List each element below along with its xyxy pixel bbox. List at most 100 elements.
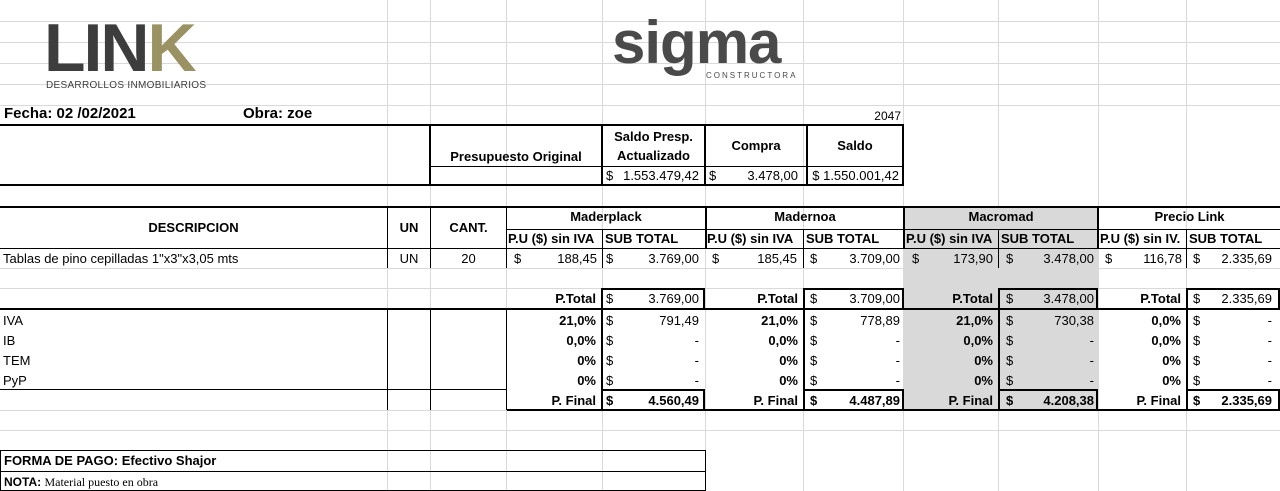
presupuesto-original-label: Presupuesto Original bbox=[450, 149, 582, 164]
macromad-iva-pct: 21,0% bbox=[956, 313, 993, 328]
precio-link-iva-pct: 0,0% bbox=[1151, 313, 1181, 328]
saldo-presp-label-1: Saldo Presp. bbox=[614, 129, 693, 144]
macromad-pu: 173,90 bbox=[953, 251, 993, 266]
ib-label: IB bbox=[3, 333, 16, 348]
macromad-pfinal-value: 4.208,38 bbox=[1043, 393, 1094, 408]
forma-pago-label: FORMA DE PAGO: Efectivo Shajor bbox=[4, 453, 217, 468]
pyp-label: PyP bbox=[3, 373, 27, 388]
saldo-presp-label-2: Actualizado bbox=[617, 148, 690, 163]
madernoa-subtotal: 3.709,00 bbox=[849, 251, 900, 266]
item-unit: UN bbox=[399, 251, 419, 266]
madernoa-tem-value: - bbox=[895, 353, 900, 368]
precio-link-ptotal-value: 2.335,69 bbox=[1221, 291, 1272, 306]
precio-link-pu: 116,78 bbox=[1143, 251, 1182, 266]
precio-link-pfinal-value: 2.335,69 bbox=[1221, 393, 1272, 408]
maderplack-ib-pct: 0,0% bbox=[566, 333, 596, 348]
madernoa-pfinal-value: 4.487,89 bbox=[849, 393, 900, 408]
saldo-value: $ 1.550.001,42 bbox=[812, 168, 899, 183]
maderplack-tem-pct: 0% bbox=[577, 353, 596, 368]
maderplack-iva-value: 791,49 bbox=[659, 313, 699, 328]
supplier-name-macromad: Macromad bbox=[968, 209, 1034, 224]
iva-label: IVA bbox=[3, 313, 23, 328]
maderplack-pfinal-value: 4.560,49 bbox=[648, 393, 699, 408]
maderplack-tem-value: - bbox=[694, 353, 699, 368]
link-logo: LINK bbox=[44, 10, 197, 86]
currency-symbol: $ bbox=[606, 333, 614, 348]
tem-label: TEM bbox=[3, 353, 31, 368]
precio-link-pyp-pct: 0% bbox=[1162, 373, 1181, 388]
sigma-logo-subtitle: CONSTRUCTORA bbox=[706, 71, 798, 80]
maderplack-iva-pct: 21,0% bbox=[559, 313, 596, 328]
pu-header: P.U ($) sin IV. bbox=[1100, 231, 1181, 246]
madernoa-ptotal-label: P.Total bbox=[757, 291, 798, 306]
currency-symbol: $ bbox=[709, 168, 717, 183]
currency-symbol: $ bbox=[810, 313, 818, 328]
madernoa-pu: 185,45 bbox=[757, 251, 797, 266]
subtotal-header: SUB TOTAL bbox=[1001, 231, 1075, 246]
currency-symbol: $ bbox=[810, 333, 818, 348]
precio-link-ib-pct: 0,0% bbox=[1151, 333, 1181, 348]
pu-header: P.U ($) sin IVA bbox=[707, 231, 794, 246]
macromad-pyp-value: - bbox=[1089, 373, 1094, 388]
nota-label: NOTA: bbox=[4, 475, 42, 489]
macromad-pyp-pct: 0% bbox=[974, 373, 993, 388]
macromad-ptotal-label: P.Total bbox=[952, 291, 993, 306]
precio-link-iva-value: - bbox=[1267, 313, 1272, 328]
currency-symbol: $ bbox=[606, 168, 614, 183]
currency-symbol: $ bbox=[1006, 393, 1014, 408]
un-header: UN bbox=[399, 220, 419, 235]
currency-symbol: $ bbox=[1006, 291, 1014, 306]
pu-header: P.U ($) sin IVA bbox=[508, 231, 595, 246]
currency-symbol: $ bbox=[606, 373, 614, 388]
subtotal-header: SUB TOTAL bbox=[605, 231, 679, 246]
budget-top-border bbox=[0, 124, 904, 126]
madernoa-iva-value: 778,89 bbox=[860, 313, 900, 328]
saldo-presp-value: 1.553.479,42 bbox=[623, 168, 699, 183]
maderplack-subtotal: 3.769,00 bbox=[648, 251, 699, 266]
supplier-name-madernoa: Madernoa bbox=[774, 209, 836, 224]
currency-symbol: $ bbox=[810, 393, 818, 408]
budget-bottom-border bbox=[0, 184, 904, 186]
saldo-label: Saldo bbox=[837, 138, 873, 153]
pu-header: P.U ($) sin IVA bbox=[906, 231, 993, 246]
currency-symbol: $ bbox=[810, 291, 818, 306]
subtotal-header: SUB TOTAL bbox=[1189, 231, 1263, 246]
code-value: 2047 bbox=[874, 109, 901, 123]
item-quantity: 20 bbox=[461, 251, 476, 266]
madernoa-iva-pct: 21,0% bbox=[761, 313, 798, 328]
precio-link-tem-pct: 0% bbox=[1162, 353, 1181, 368]
macromad-tem-pct: 0% bbox=[974, 353, 993, 368]
macromad-ib-value: - bbox=[1089, 333, 1094, 348]
precio-link-pfinal-label: P. Final bbox=[1136, 393, 1181, 408]
maderplack-pu: 188,45 bbox=[557, 251, 597, 266]
descripcion-header: DESCRIPCION bbox=[148, 220, 239, 235]
currency-symbol: $ bbox=[606, 393, 614, 408]
madernoa-pyp-value: - bbox=[895, 373, 900, 388]
maderplack-pyp-pct: 0% bbox=[577, 373, 596, 388]
macromad-ib-pct: 0,0% bbox=[963, 333, 993, 348]
obra-label: Obra: zoe bbox=[243, 105, 313, 122]
precio-link-pyp-value: - bbox=[1267, 373, 1272, 388]
precio-link-tem-value: - bbox=[1267, 353, 1272, 368]
maderplack-ptotal-label: P.Total bbox=[555, 291, 596, 306]
macromad-ptotal-value: 3.478,00 bbox=[1043, 291, 1094, 306]
precio-link-ptotal-label: P.Total bbox=[1140, 291, 1181, 306]
madernoa-pfinal-label: P. Final bbox=[753, 393, 798, 408]
subtotal-header: SUB TOTAL bbox=[806, 231, 880, 246]
maderplack-pfinal-label: P. Final bbox=[551, 393, 596, 408]
currency-symbol: $ bbox=[1006, 333, 1014, 348]
currency-symbol: $ bbox=[712, 251, 720, 266]
madernoa-ptotal-value: 3.709,00 bbox=[849, 291, 900, 306]
currency-symbol: $ bbox=[606, 251, 614, 266]
maderplack-ib-value: - bbox=[694, 333, 699, 348]
currency-symbol: $ bbox=[606, 313, 614, 328]
currency-symbol: $ bbox=[1006, 313, 1014, 328]
madernoa-pyp-pct: 0% bbox=[779, 373, 798, 388]
madernoa-tem-pct: 0% bbox=[779, 353, 798, 368]
maderplack-ptotal-value: 3.769,00 bbox=[648, 291, 699, 306]
nota-line: NOTA: Material puesto en obra bbox=[4, 474, 158, 490]
currency-symbol: $ bbox=[606, 353, 614, 368]
cant-header: CANT. bbox=[449, 220, 488, 235]
nota-text: Material puesto en obra bbox=[44, 475, 159, 489]
currency-symbol: $ bbox=[810, 353, 818, 368]
